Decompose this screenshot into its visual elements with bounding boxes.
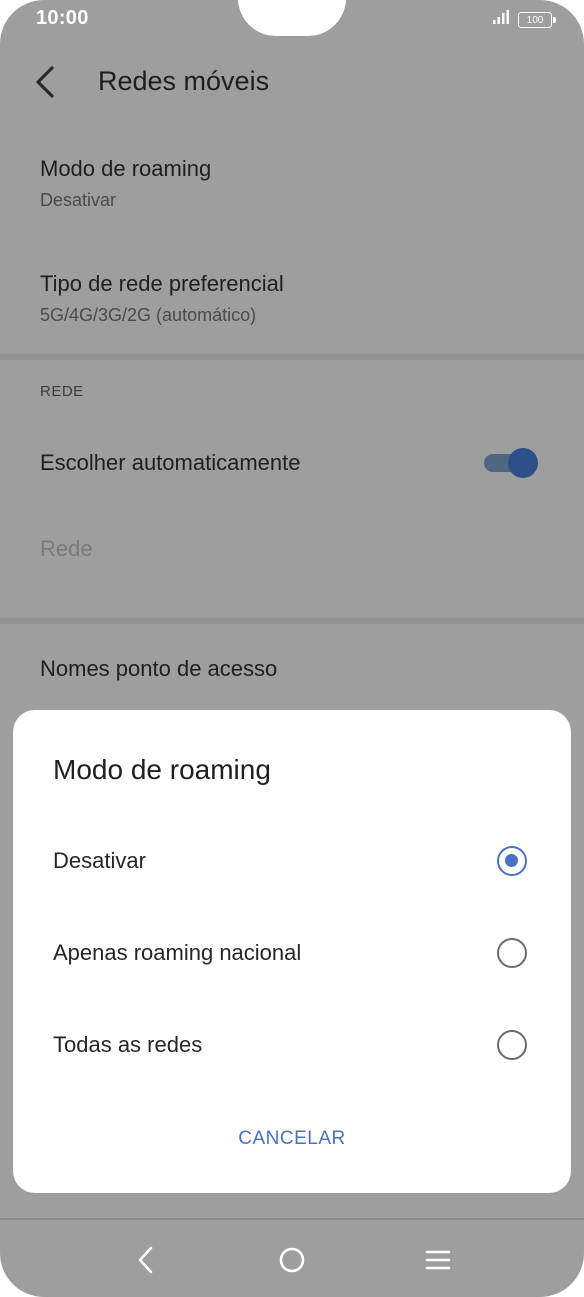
page-title: Redes móveis — [98, 66, 270, 96]
network-item: Rede — [40, 536, 93, 562]
roaming-mode-item[interactable]: Modo de roaming Desativar — [40, 156, 211, 211]
roaming-mode-dialog: Modo de roaming Desativar Apenas roaming… — [13, 710, 571, 1193]
option-label: Apenas roaming nacional — [53, 940, 302, 965]
nav-menu-icon[interactable] — [418, 1242, 458, 1278]
status-time: 10:00 — [36, 7, 89, 29]
dialog-title: Modo de roaming — [53, 754, 271, 785]
camera-notch — [238, 0, 346, 36]
network-type-item[interactable]: Tipo de rede preferencial 5G/4G/3G/2G (a… — [40, 271, 284, 326]
phone-screen: 10:00 100 Redes móveis Modo de roaming D… — [0, 0, 584, 1297]
status-icons: 100 — [492, 9, 556, 30]
radio-button-selected[interactable] — [497, 846, 527, 876]
cancel-button[interactable]: CANCELAR — [13, 1128, 571, 1150]
option-national-roaming[interactable]: Apenas roaming nacional — [13, 922, 571, 986]
apn-item[interactable]: Nomes ponto de acesso — [40, 656, 277, 682]
option-disable[interactable]: Desativar — [13, 830, 571, 894]
battery-icon: 100 — [518, 11, 556, 28]
section-divider — [0, 354, 584, 360]
apn-label: Nomes ponto de acesso — [40, 656, 278, 681]
option-all-networks[interactable]: Todas as redes — [13, 1014, 571, 1078]
auto-select-item[interactable]: Escolher automaticamente — [40, 450, 300, 476]
app-header: Redes móveis — [0, 48, 584, 118]
system-nav-bar — [0, 1218, 584, 1297]
roaming-mode-title: Modo de roaming — [40, 156, 212, 181]
radio-button[interactable] — [497, 938, 527, 968]
back-arrow-icon[interactable] — [30, 62, 58, 107]
nav-back-icon[interactable] — [126, 1242, 166, 1278]
radio-button[interactable] — [497, 1030, 527, 1060]
auto-select-toggle[interactable] — [482, 448, 540, 478]
network-type-value: 5G/4G/3G/2G (automático) — [40, 305, 257, 325]
toggle-thumb — [508, 448, 538, 478]
section-divider — [0, 618, 584, 624]
signal-icon — [492, 9, 510, 30]
roaming-mode-value: Desativar — [40, 190, 117, 210]
option-label: Desativar — [53, 848, 146, 873]
network-type-title: Tipo de rede preferencial — [40, 271, 284, 296]
auto-select-label: Escolher automaticamente — [40, 450, 301, 475]
network-label: Rede — [40, 536, 93, 561]
option-label: Todas as redes — [53, 1032, 203, 1057]
nav-home-icon[interactable] — [272, 1242, 312, 1278]
section-header-network: REDE — [40, 383, 84, 400]
